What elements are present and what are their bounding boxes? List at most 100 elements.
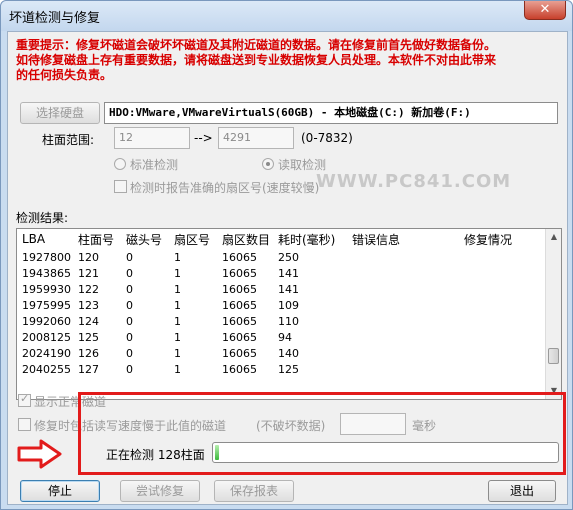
cell-sector: 1 (174, 250, 181, 264)
repair-slow-checkbox[interactable] (18, 418, 31, 431)
window-title: 坏道检测与修复 (9, 11, 101, 26)
report-sectors-checkbox[interactable] (114, 180, 127, 193)
table-header-row: LBA 柱面号 磁头号 扇区号 扇区数目 耗时(毫秒) 错误信息 修复情况 (17, 229, 539, 249)
cell-head: 0 (126, 330, 133, 344)
cell-sector-count: 16065 (222, 250, 257, 264)
cell-cylinder: 120 (78, 250, 99, 264)
title-bar[interactable]: 坏道检测与修复 ✕ (1, 1, 572, 31)
standard-check-radio[interactable] (114, 158, 126, 170)
column-header-head[interactable]: 磁头号 (121, 229, 169, 249)
cell-cylinder: 125 (78, 330, 99, 344)
cell-head: 0 (126, 250, 133, 264)
cell-error (347, 249, 459, 265)
cell-lba: 1943865 (22, 266, 71, 280)
cell-error (347, 313, 459, 329)
cell-head: 0 (126, 282, 133, 296)
table-row[interactable]: 1927800 120 0 1 16065 250 (17, 249, 539, 265)
cell-elapsed: 94 (278, 330, 292, 344)
results-scrollbar[interactable]: ▲ ▼ (545, 229, 561, 399)
cell-sector-count: 16065 (222, 298, 257, 312)
cell-lba: 1992060 (22, 314, 71, 328)
column-header-error[interactable]: 错误信息 (347, 229, 459, 249)
cell-cylinder: 127 (78, 362, 99, 376)
scroll-thumb[interactable] (548, 348, 559, 364)
cell-lba: 2024190 (22, 346, 71, 360)
cell-elapsed: 110 (278, 314, 299, 328)
table-row[interactable]: 1959930 122 0 1 16065 141 (17, 281, 539, 297)
cell-repair (459, 361, 539, 377)
disk-repair-window: 坏道检测与修复 ✕ 重要提示：修复坏磁道会破坏坏磁道及其附近磁道的数据。请在修复… (0, 0, 573, 510)
cell-elapsed: 250 (278, 250, 299, 264)
cell-repair (459, 281, 539, 297)
cell-cylinder: 121 (78, 266, 99, 280)
cell-sector: 1 (174, 314, 181, 328)
cylinder-from-input[interactable]: 12 (114, 127, 190, 149)
cell-lba: 2040255 (22, 362, 71, 376)
cell-error (347, 281, 459, 297)
read-check-radio[interactable] (262, 158, 274, 170)
progress-highlight-box (78, 392, 566, 475)
warning-line-2: 如待修复磁盘上存有重要数据，请将磁盘送到专业数据恢复人员处理。本软件不对由此带来 (16, 53, 497, 67)
cell-error (347, 345, 459, 361)
cell-sector-count: 16065 (222, 266, 257, 280)
cell-elapsed: 109 (278, 298, 299, 312)
table-row[interactable]: 1992060 124 0 1 16065 110 (17, 313, 539, 329)
cell-head: 0 (126, 362, 133, 376)
cell-sector: 1 (174, 330, 181, 344)
try-repair-button[interactable]: 尝试修复 (120, 480, 200, 502)
scroll-up-icon[interactable]: ▲ (546, 229, 562, 245)
cell-repair (459, 313, 539, 329)
cell-error (347, 329, 459, 345)
cell-cylinder: 126 (78, 346, 99, 360)
warning-line-3: 的任何损失负责。 (16, 68, 113, 82)
column-header-elapsed[interactable]: 耗时(毫秒) (273, 229, 347, 249)
report-sectors-label: 检测时报告准确的扇区号(速度较慢) (130, 181, 320, 195)
table-row[interactable]: 1975995 123 0 1 16065 109 (17, 297, 539, 313)
cell-sector: 1 (174, 266, 181, 280)
cell-repair (459, 265, 539, 281)
cell-sector-count: 16065 (222, 362, 257, 376)
cylinder-arrow: --> (194, 131, 213, 145)
results-table[interactable]: LBA 柱面号 磁头号 扇区号 扇区数目 耗时(毫秒) 错误信息 修复情况 19… (16, 228, 562, 400)
cell-elapsed: 141 (278, 282, 299, 296)
cell-head: 0 (126, 266, 133, 280)
column-header-sector[interactable]: 扇区号 (169, 229, 217, 249)
column-header-lba[interactable]: LBA (17, 229, 73, 249)
cell-sector-count: 16065 (222, 330, 257, 344)
cell-elapsed: 125 (278, 362, 299, 376)
stop-button[interactable]: 停止 (20, 480, 100, 502)
watermark: WWW.PC841.COM (316, 171, 512, 192)
table-row[interactable]: 2024190 126 0 1 16065 140 (17, 345, 539, 361)
column-header-repair[interactable]: 修复情况 (459, 229, 539, 249)
select-disk-button[interactable]: 选择硬盘 (20, 102, 100, 124)
cell-sector: 1 (174, 282, 181, 296)
cylinder-range-hint: (0-7832) (301, 131, 353, 145)
cell-repair (459, 249, 539, 265)
column-header-cylinder[interactable]: 柱面号 (73, 229, 121, 249)
exit-button[interactable]: 退出 (488, 480, 556, 502)
red-arrow-icon (17, 439, 62, 469)
save-report-button[interactable]: 保存报表 (214, 480, 294, 502)
cell-lba: 1959930 (22, 282, 71, 296)
cylinder-range-label: 柱面范围: (42, 133, 95, 147)
cell-lba: 2008125 (22, 330, 71, 344)
cell-lba: 1975995 (22, 298, 71, 312)
warning-line-1: 重要提示：修复坏磁道会破坏坏磁道及其附近磁道的数据。请在修复前首先做好数据备份。 (16, 38, 497, 52)
cylinder-to-input[interactable]: 4291 (218, 127, 294, 149)
table-row[interactable]: 1943865 121 0 1 16065 141 (17, 265, 539, 281)
cell-error (347, 265, 459, 281)
results-grid: LBA 柱面号 磁头号 扇区号 扇区数目 耗时(毫秒) 错误信息 修复情况 19… (17, 229, 539, 377)
cell-head: 0 (126, 314, 133, 328)
standard-check-label: 标准检测 (130, 158, 179, 172)
column-header-sector-count[interactable]: 扇区数目 (217, 229, 273, 249)
cell-cylinder: 124 (78, 314, 99, 328)
cell-repair (459, 329, 539, 345)
cell-repair (459, 345, 539, 361)
cell-sector: 1 (174, 362, 181, 376)
cell-head: 0 (126, 346, 133, 360)
close-button[interactable]: ✕ (524, 1, 566, 20)
table-row[interactable]: 2040255 127 0 1 16065 125 (17, 361, 539, 377)
show-normal-checkbox[interactable] (18, 392, 31, 407)
table-row[interactable]: 2008125 125 0 1 16065 94 (17, 329, 539, 345)
cell-sector-count: 16065 (222, 346, 257, 360)
